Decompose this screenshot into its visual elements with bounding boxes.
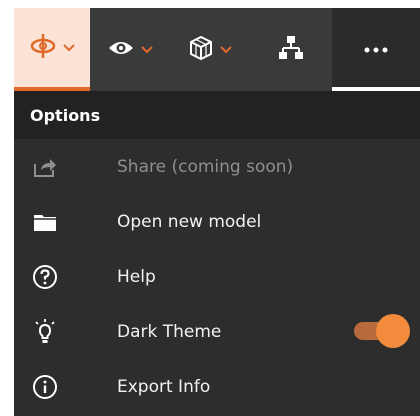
- menu-item-help[interactable]: Help: [14, 249, 420, 304]
- lightbulb-icon: [30, 317, 60, 347]
- chevron-down-icon[interactable]: [62, 43, 75, 52]
- menu-item-label: Help: [117, 266, 156, 287]
- folder-icon: [30, 207, 60, 237]
- info-icon: [30, 372, 60, 402]
- toolbar: [14, 8, 420, 91]
- more-options-button[interactable]: [332, 8, 420, 91]
- menu-item-label: Open new model: [117, 211, 262, 232]
- options-menu: Share (coming soon) Open new model Help …: [14, 139, 420, 414]
- orbit-tool-button[interactable]: [14, 8, 90, 91]
- menu-item-dark-theme[interactable]: Dark Theme: [14, 304, 420, 359]
- model-tool-button[interactable]: [170, 8, 250, 91]
- visibility-tool-button[interactable]: [90, 8, 170, 91]
- menu-item-share[interactable]: Share (coming soon): [14, 139, 420, 194]
- eye-icon: [108, 39, 134, 61]
- share-icon: [30, 152, 60, 182]
- menu-item-label: Export Info: [117, 376, 211, 397]
- cube-icon: [189, 35, 213, 65]
- menu-item-open-new-model[interactable]: Open new model: [14, 194, 420, 249]
- toggle-knob: [376, 313, 410, 348]
- chevron-down-icon[interactable]: [140, 45, 153, 54]
- options-title: Options: [14, 91, 420, 139]
- menu-item-label: Dark Theme: [117, 321, 222, 342]
- more-icon: [364, 38, 388, 57]
- dark-theme-toggle[interactable]: [354, 313, 412, 350]
- options-panel: Options Share (coming soon) Open new mod…: [14, 8, 420, 416]
- hierarchy-icon: [278, 35, 304, 65]
- help-icon: [30, 262, 60, 292]
- menu-item-label: Share (coming soon): [117, 156, 294, 177]
- orbit-icon: [30, 31, 56, 65]
- tree-tool-button[interactable]: [250, 8, 332, 91]
- menu-item-export-info[interactable]: Export Info: [14, 359, 420, 414]
- chevron-down-icon[interactable]: [219, 45, 232, 54]
